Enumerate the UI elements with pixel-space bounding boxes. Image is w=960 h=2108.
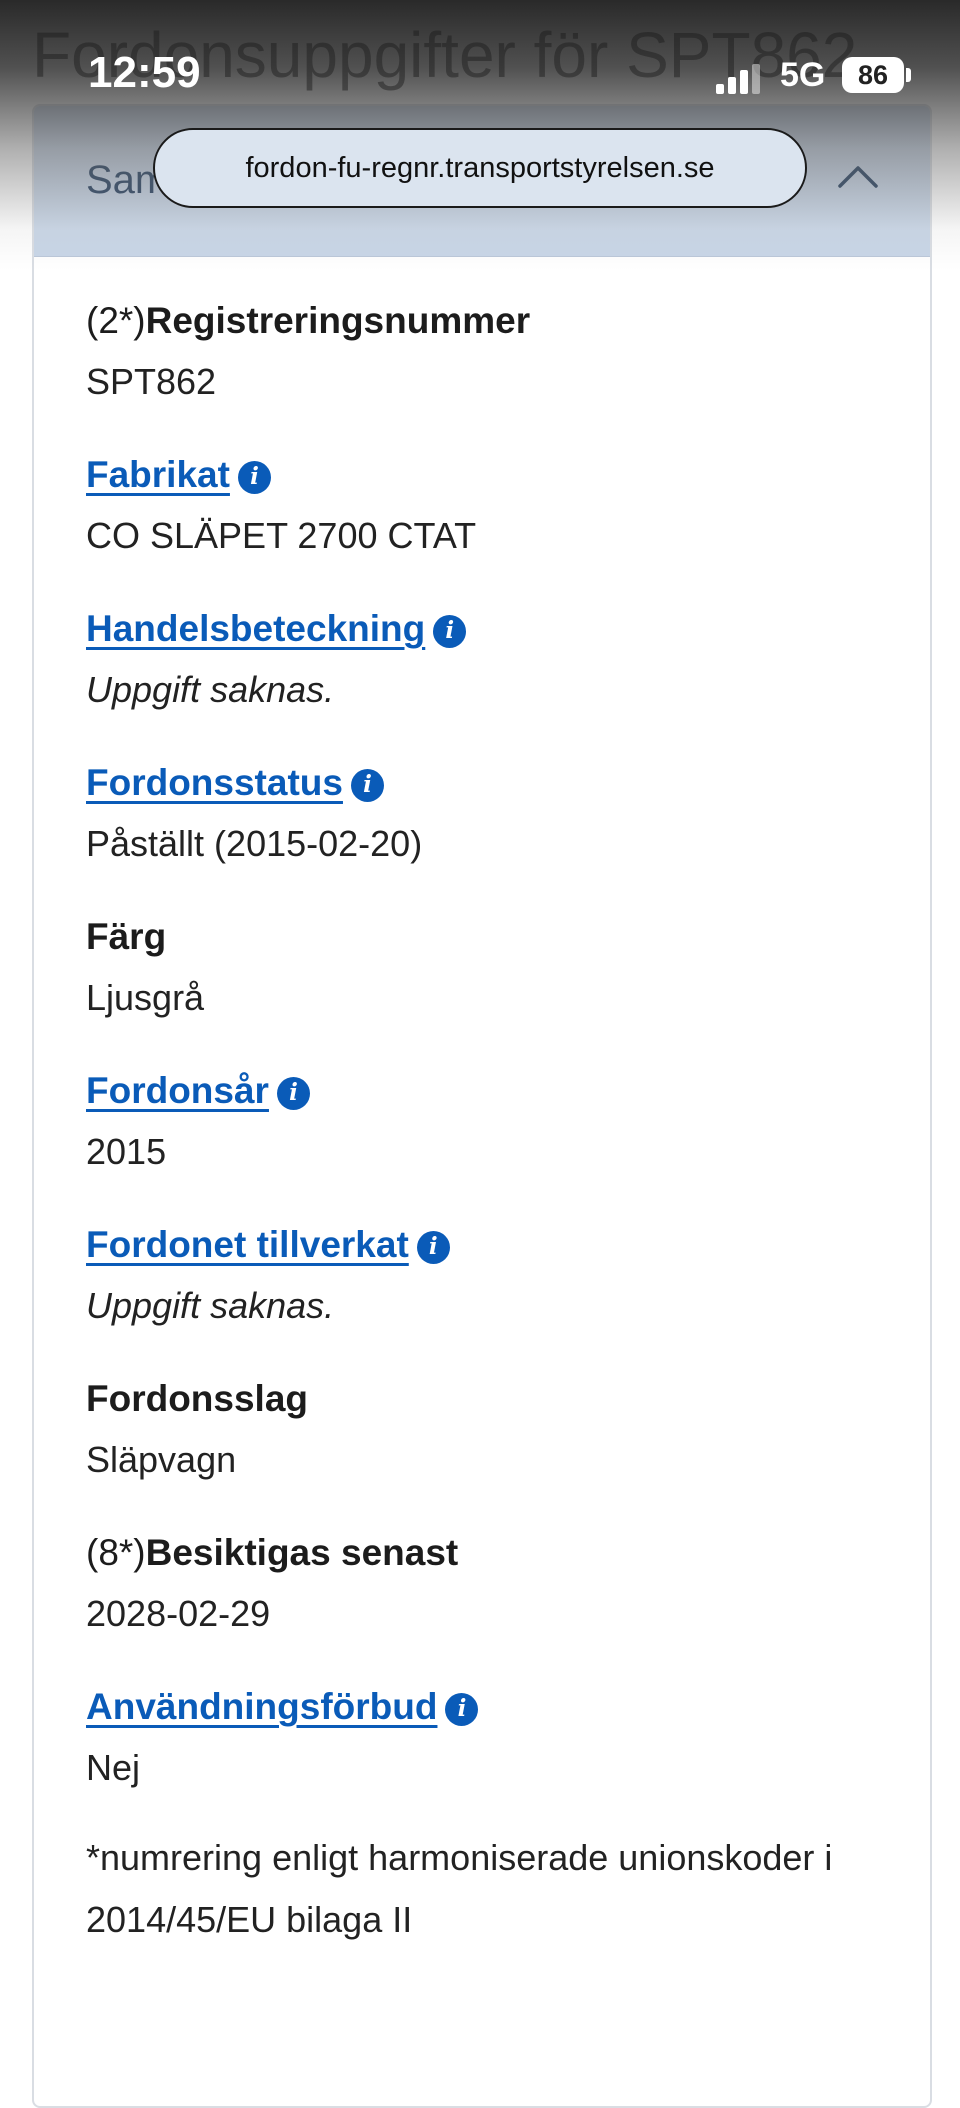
cellular-signal-icon [716,64,760,94]
status-time: 12:59 [88,48,201,97]
info-icon[interactable]: i [276,1076,310,1110]
field-value: Släpvagn [86,1439,237,1480]
field-value: CO SLÄPET 2700 CTAT [86,515,477,556]
field-label-text: Registreringsnummer [145,300,531,341]
footnote: *numrering enligt harmoniserade unionsko… [86,1837,833,1940]
info-icon[interactable]: i [416,1230,450,1264]
field-besiktigas-senast: (8*)Besiktigas senast 2028-02-29 [86,1529,930,1639]
field-value: Ljusgrå [86,977,205,1018]
field-value: 2015 [86,1131,167,1172]
field-label: Handelsbeteckning i [86,605,930,653]
field-value: Påställt (2015-02-20) [86,823,423,864]
fordonet-tillverkat-link[interactable]: Fordonet tillverkat [86,1224,409,1265]
field-label: Fordonsslag [86,1378,309,1419]
battery-icon: 86 [842,57,904,93]
field-registreringsnummer: (2*)Registreringsnummer SPT862 [86,297,930,407]
field-value: 2028-02-29 [86,1593,271,1634]
field-label: (2*)Registreringsnummer [86,297,930,345]
field-handelsbeteckning: Handelsbeteckning i Uppgift saknas. [86,605,930,715]
field-label: Fabrikat i [86,451,930,499]
field-label: Fordonsår i [86,1067,930,1115]
field-anvandningsforbud: Användningsförbud i Nej [86,1683,930,1793]
field-fabrikat: Fabrikat i CO SLÄPET 2700 CTAT [86,451,930,561]
field-fordonsslag: Fordonsslag Släpvagn [86,1375,930,1485]
info-icon[interactable]: i [350,768,384,802]
field-label-text: Besiktigas senast [145,1532,459,1573]
field-code: (8*) [86,1532,146,1573]
fabrikat-link[interactable]: Fabrikat [86,454,230,495]
chevron-up-icon[interactable] [836,154,880,198]
fordonsstatus-link[interactable]: Fordonsstatus [86,762,343,803]
battery-nub [906,68,911,82]
field-label: Färg [86,916,167,957]
field-fordonsstatus: Fordonsstatus i Påställt (2015-02-20) [86,759,930,869]
field-label: Användningsförbud i [86,1683,930,1731]
anvandningsforbud-link[interactable]: Användningsförbud [86,1686,437,1727]
field-value: Uppgift saknas. [86,669,335,710]
field-label: Fordonet tillverkat i [86,1221,930,1269]
url-bar[interactable]: fordon-fu-regnr.transportstyrelsen.se [153,128,807,208]
vehicle-summary-card: Sammanfattning (2*)Registreringsnummer S… [32,104,932,2108]
field-value: Nej [86,1747,141,1788]
field-farg: Färg Ljusgrå [86,913,930,1023]
info-icon[interactable]: i [433,614,467,648]
vehicle-fields: (2*)Registreringsnummer SPT862 Fabrikat i… [34,257,930,1951]
field-code: (2*) [86,300,146,341]
network-type: 5G [780,56,826,94]
fordonsar-link[interactable]: Fordonsår [86,1070,269,1111]
handelsbeteckning-link[interactable]: Handelsbeteckning [86,608,425,649]
field-label: (8*)Besiktigas senast [86,1529,930,1577]
field-fordonsar: Fordonsår i 2015 [86,1067,930,1177]
field-fordonet-tillverkat: Fordonet tillverkat i Uppgift saknas. [86,1221,930,1331]
field-label: Fordonsstatus i [86,759,930,807]
info-icon[interactable]: i [445,1692,479,1726]
info-icon[interactable]: i [237,460,271,494]
field-value: Uppgift saknas. [86,1285,335,1326]
field-value: SPT862 [86,361,217,402]
